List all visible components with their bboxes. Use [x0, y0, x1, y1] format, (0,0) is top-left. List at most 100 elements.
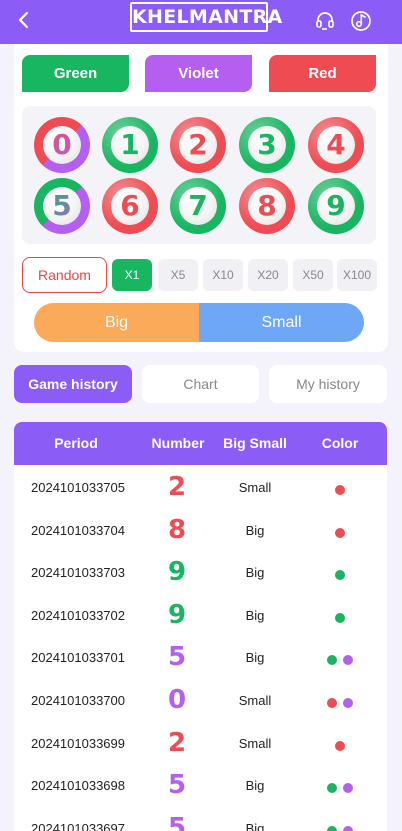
- number-cell: 5: [167, 642, 187, 673]
- table-row: 2024101033700 0 Small: [14, 679, 387, 722]
- green-dot: [335, 570, 345, 581]
- number-ball-3[interactable]: 3: [239, 117, 295, 173]
- game-history-table: Period Number Big Small Color 2024101033…: [14, 422, 387, 831]
- big-small-cell: Small: [238, 735, 272, 751]
- ball-number-label: 3: [257, 128, 277, 161]
- color-header: Color: [321, 435, 359, 451]
- violet-dot: [343, 698, 353, 708]
- ball-number-label: 2: [188, 128, 208, 161]
- violet-button[interactable]: Violet: [145, 55, 252, 92]
- app-logo: KHELMANTRA: [130, 2, 282, 32]
- ball-number-label: 9: [326, 189, 346, 222]
- number-header: Number: [151, 435, 205, 451]
- big-button[interactable]: Big: [34, 303, 199, 342]
- table-row: 2024101033699 2 Small: [14, 722, 387, 765]
- number-cell: 9: [167, 599, 187, 630]
- number-ball-9[interactable]: 9: [308, 178, 364, 234]
- multiplier-x1[interactable]: X1: [112, 259, 152, 291]
- number-ball-7[interactable]: 7: [170, 178, 226, 234]
- number-ball-5[interactable]: 5: [34, 178, 90, 234]
- color-cell: [320, 482, 360, 495]
- violet-dot: [343, 783, 353, 794]
- number-cell: 5: [167, 770, 187, 801]
- period-cell: 2024101033703: [31, 565, 125, 581]
- period-cell: 2024101033705: [31, 480, 125, 495]
- table-row: 2024101033698 5 Big: [14, 764, 387, 807]
- tab-chart[interactable]: Chart: [142, 365, 259, 403]
- table-row: 2024101033702 9 Big: [14, 594, 387, 637]
- red-dot: [327, 698, 337, 708]
- color-cell: [320, 738, 360, 751]
- table-row: 2024101033704 8 Big: [14, 509, 387, 552]
- top-bar: KHELMANTRA: [0, 0, 402, 44]
- violet-dot: [343, 655, 353, 666]
- big-small-cell: Big: [245, 820, 265, 831]
- period-cell: 2024101033698: [31, 778, 125, 794]
- table-row: 2024101033697 5 Big: [14, 807, 387, 831]
- period-cell: 2024101033699: [31, 735, 125, 751]
- multiplier-x50[interactable]: X50: [293, 259, 333, 291]
- number-cell: 5: [167, 812, 187, 831]
- multiplier-x100[interactable]: X100: [337, 259, 377, 291]
- random-button[interactable]: Random: [22, 257, 107, 293]
- violet-dot: [343, 825, 353, 831]
- color-cell: [320, 652, 360, 666]
- number-ball-2[interactable]: 2: [170, 117, 226, 173]
- big-small-cell: Big: [245, 522, 265, 538]
- period-cell: 2024101033702: [31, 607, 125, 623]
- table-row: 2024101033703 9 Big: [14, 551, 387, 594]
- color-cell: [320, 567, 360, 581]
- red-dot: [335, 740, 345, 751]
- green-dot: [335, 612, 345, 623]
- green-dot: [327, 655, 337, 666]
- headset-icon[interactable]: [314, 10, 336, 32]
- ball-number-label: 7: [188, 189, 208, 222]
- number-cell: 2: [167, 472, 187, 502]
- ball-number-label: 5: [34, 178, 90, 234]
- period-cell: 2024101033701: [31, 650, 125, 666]
- ball-number-label: 4: [326, 128, 346, 161]
- big-small-cell: Big: [245, 778, 265, 794]
- back-chevron-left-icon[interactable]: [14, 8, 34, 32]
- tab-my-history[interactable]: My history: [269, 365, 387, 403]
- small-button[interactable]: Small: [199, 303, 364, 342]
- green-button[interactable]: Green: [22, 55, 129, 92]
- big-small-cell: Big: [245, 565, 265, 581]
- color-cell: [320, 780, 360, 794]
- red-dot: [335, 527, 345, 538]
- music-note-icon[interactable]: [350, 10, 372, 32]
- big-small-cell: Big: [245, 650, 265, 666]
- big-small-header: Big Small: [223, 435, 287, 451]
- ball-number-label: 0: [34, 117, 90, 173]
- big-small-cell: Small: [238, 480, 272, 495]
- period-cell: 2024101033697: [31, 820, 125, 831]
- number-ball-4[interactable]: 4: [308, 117, 364, 173]
- number-cell: 9: [167, 557, 187, 588]
- red-button[interactable]: Red: [269, 55, 376, 92]
- number-cell: 2: [167, 727, 187, 758]
- color-cell: [320, 610, 360, 623]
- number-ball-1[interactable]: 1: [102, 117, 158, 173]
- multiplier-x5[interactable]: X5: [158, 259, 198, 291]
- ball-number-label: 8: [257, 189, 277, 222]
- period-cell: 2024101033704: [31, 522, 125, 538]
- period-header: Period: [54, 435, 98, 451]
- big-small-cell: Small: [238, 693, 272, 708]
- color-cell: [320, 525, 360, 538]
- tab-game-history[interactable]: Game history: [14, 365, 132, 403]
- multiplier-x10[interactable]: X10: [203, 259, 243, 291]
- number-ball-6[interactable]: 6: [102, 178, 158, 234]
- green-dot: [327, 825, 337, 831]
- table-row: 2024101033705 2 Small: [14, 466, 387, 509]
- number-cell: 8: [167, 514, 187, 545]
- multiplier-x20[interactable]: X20: [248, 259, 288, 291]
- number-ball-8[interactable]: 8: [239, 178, 295, 234]
- table-header: Period Number Big Small Color: [14, 422, 387, 465]
- ball-number-label: 6: [120, 189, 140, 222]
- big-small-cell: Big: [245, 607, 265, 623]
- green-dot: [327, 783, 337, 794]
- period-cell: 2024101033700: [31, 693, 125, 708]
- number-cell: 0: [167, 685, 187, 715]
- red-dot: [335, 485, 345, 495]
- number-ball-0[interactable]: 0: [34, 117, 90, 173]
